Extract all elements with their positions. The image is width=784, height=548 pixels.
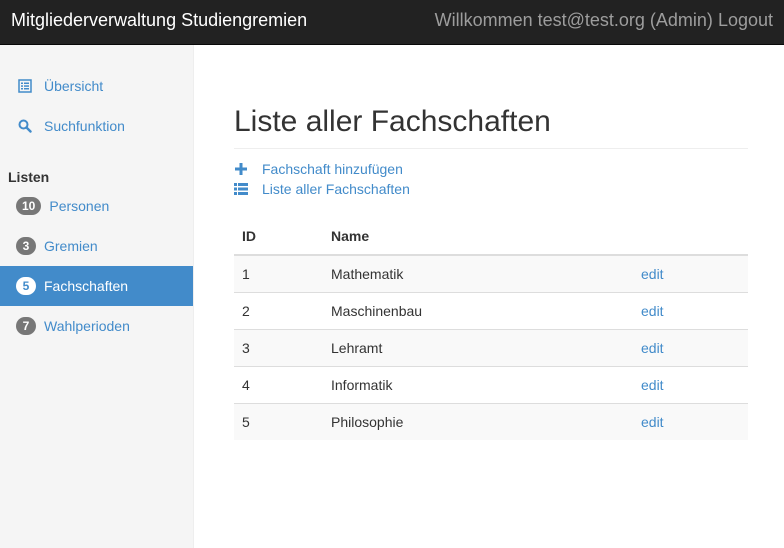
table-header-row: ID Name [234, 217, 748, 256]
list-fachschaften-label: Liste aller Fachschaften [262, 181, 410, 197]
welcome-user-link[interactable]: Willkommen test@test.org (Admin) [435, 10, 713, 30]
search-icon [17, 118, 33, 134]
cell-id: 1 [234, 255, 323, 292]
sidebar-item-wahlperioden[interactable]: 7 Wahlperioden [0, 306, 193, 346]
cell-name: Lehramt [323, 328, 633, 366]
table-row: 1 Mathematik edit [234, 255, 748, 292]
column-header-action [633, 217, 748, 256]
cell-action: edit [633, 402, 748, 440]
table-row: 2 Maschinenbau edit [234, 291, 748, 329]
sidebar-item-gremien[interactable]: 3 Gremien [0, 226, 193, 266]
count-badge: 5 [16, 277, 36, 295]
count-badge: 10 [16, 197, 42, 215]
cell-action: edit [633, 365, 748, 403]
sidebar-item-fachschaften[interactable]: 5 Fachschaften [0, 266, 193, 306]
logout-link[interactable]: Logout [718, 10, 773, 30]
edit-link[interactable]: edit [641, 266, 664, 282]
sidebar-item-label: Suchfunktion [44, 118, 125, 134]
cell-name: Maschinenbau [323, 291, 633, 329]
count-badge: 3 [16, 237, 36, 255]
edit-link[interactable]: edit [641, 377, 664, 393]
top-navbar: Mitgliederverwaltung Studiengremien Will… [0, 0, 784, 45]
table-row: 5 Philosophie edit [234, 402, 748, 440]
column-header-name: Name [323, 217, 633, 256]
cell-id: 2 [234, 291, 323, 329]
count-badge: 7 [16, 317, 36, 335]
cell-action: edit [633, 291, 748, 329]
list-fachschaften-link[interactable]: Liste aller Fachschaften [234, 181, 410, 197]
sidebar-item-label: Personen [49, 198, 110, 214]
sidebar-item-label: Wahlperioden [44, 318, 130, 334]
th-list-icon [234, 182, 248, 196]
edit-link[interactable]: edit [641, 303, 664, 319]
sidebar-item-label: Gremien [44, 238, 98, 254]
app-brand-link[interactable]: Mitgliederverwaltung Studiengremien [11, 10, 307, 31]
sidebar-item-overview[interactable]: Übersicht [0, 66, 193, 106]
cell-id: 5 [234, 402, 323, 440]
sidebar-item-search[interactable]: Suchfunktion [0, 106, 193, 146]
cell-id: 4 [234, 365, 323, 403]
list-alt-icon [17, 78, 33, 94]
cell-id: 3 [234, 328, 323, 366]
sidebar-item-label: Fachschaften [44, 278, 129, 294]
sidebar-item-personen[interactable]: 10 Personen [0, 186, 193, 226]
cell-name: Philosophie [323, 402, 633, 440]
table-row: 4 Informatik edit [234, 365, 748, 403]
title-divider [234, 148, 748, 149]
add-fachschaft-link[interactable]: Fachschaft hinzufügen [234, 161, 403, 177]
fachschaften-table: ID Name 1 Mathematik edit 2 Maschinenbau… [234, 217, 748, 440]
add-fachschaft-label: Fachschaft hinzufügen [262, 161, 403, 177]
table-row: 3 Lehramt edit [234, 328, 748, 366]
sidebar-item-label: Übersicht [44, 78, 104, 94]
edit-link[interactable]: edit [641, 340, 664, 356]
edit-link[interactable]: edit [641, 414, 664, 430]
plus-icon [234, 162, 248, 176]
sidebar-heading-lists: Listen [8, 169, 50, 185]
cell-name: Mathematik [323, 255, 633, 292]
cell-name: Informatik [323, 365, 633, 403]
sidebar: Übersicht Suchfunktion Listen 10 Persone… [0, 45, 194, 548]
cell-action: edit [633, 255, 748, 292]
page-title: Liste aller Fachschaften [234, 105, 551, 138]
column-header-id: ID [234, 217, 323, 256]
navbar-user-area: Willkommen test@test.org (Admin) Logout [435, 10, 773, 31]
cell-action: edit [633, 328, 748, 366]
